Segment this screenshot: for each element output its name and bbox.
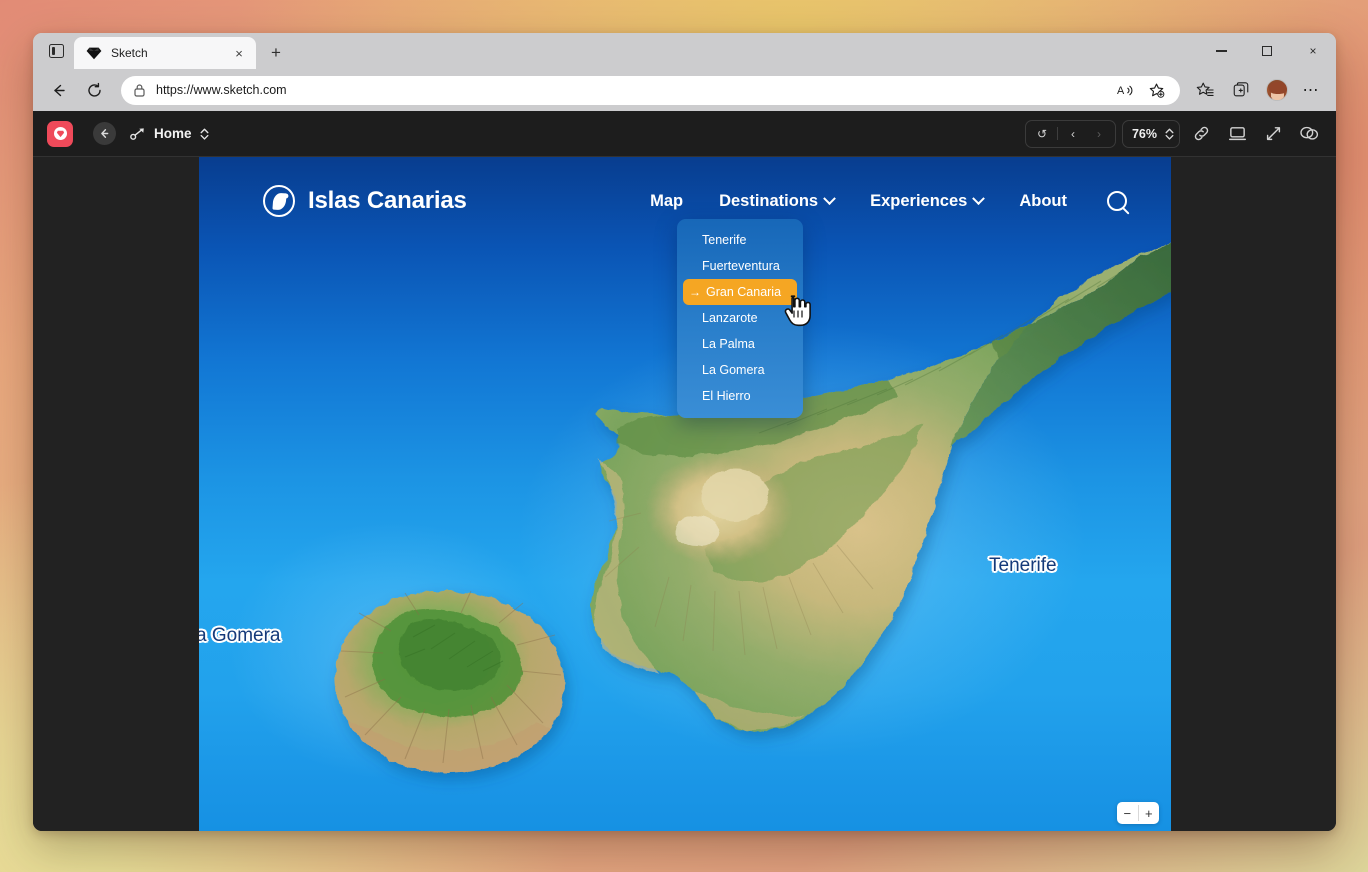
comments-button[interactable] [1294,120,1324,148]
zoom-level-value: 76% [1131,126,1157,141]
arrow-left-icon [101,129,109,138]
window-close-button[interactable]: × [1290,33,1336,69]
sketch-logo-icon[interactable] [47,120,73,147]
window-maximize-button[interactable] [1244,33,1290,69]
fullscreen-icon [1266,127,1280,141]
nav-links: Map Destinations Experiences About [650,191,1127,211]
document-selector[interactable]: Home [130,126,210,141]
dropdown-item-label: Lanzarote [702,311,758,325]
link-icon [1194,126,1208,141]
profile-button[interactable] [1260,75,1294,105]
dropdown-item-label: Fuerteventura [702,259,780,273]
read-aloud-icon[interactable]: A [1112,77,1140,103]
dropdown-item-label: La Palma [702,337,755,351]
url-bar[interactable]: https://www.sketch.com A [121,75,1180,105]
present-button[interactable] [1222,120,1252,148]
dropdown-item-label: Tenerife [702,233,747,247]
map-label-la-gomera: a Gomera [199,625,281,646]
lock-icon [134,83,145,97]
dropdown-item-label: La Gomera [702,363,765,377]
reload-button[interactable] [77,75,111,105]
chevron-down-icon [823,191,836,205]
sketch-app: Home ↺ ‹ › 76% Tenerife a Gomera Islas C… [33,111,1336,831]
collections-button[interactable] [1224,75,1258,105]
dropdown-item-label: El Hierro [702,389,751,403]
sketch-diamond-icon [86,47,102,60]
tab-close-icon[interactable]: × [230,44,248,62]
sketch-toolbar: Home ↺ ‹ › 76% [33,111,1336,157]
new-tab-button[interactable]: + [262,39,290,67]
dropdown-item-el-hierro[interactable]: El Hierro [683,383,797,409]
map-label-tenerife: Tenerife [989,555,1057,576]
island-la-gomera [335,590,565,773]
share-link-button[interactable] [1186,120,1216,148]
search-icon[interactable] [1107,191,1127,211]
window-minimize-button[interactable] [1198,33,1244,69]
leaf-bird-logo-icon [263,185,295,217]
brand-logo[interactable]: Islas Canarias [263,185,467,217]
chevron-updown-icon[interactable] [199,127,210,141]
toolbar-divider [1056,127,1058,140]
window-controls: × [1198,33,1336,69]
back-button[interactable] [41,75,75,105]
dropdown-item-tenerife[interactable]: Tenerife [683,227,797,253]
url-text: https://www.sketch.com [156,83,287,97]
nav-item-label: About [1019,191,1067,210]
tab-search-icon[interactable] [38,34,74,68]
dropdown-item-lanzarote[interactable]: Lanzarote [683,305,797,331]
history-group: ↺ ‹ › [1024,119,1116,148]
nav-item-experiences[interactable]: Experiences [870,191,986,211]
add-favorite-icon[interactable] [1142,77,1170,103]
sketch-toolbar-right: ↺ ‹ › 76% [1024,119,1324,148]
map-zoom-in-button[interactable]: + [1139,802,1160,824]
tab-strip: Sketch × + × [33,33,1336,69]
map-zoom-out-button[interactable]: − [1117,802,1138,824]
nav-item-label: Destinations [719,191,819,210]
favorites-star-icon [1196,82,1214,96]
dropdown-item-la-palma[interactable]: La Palma [683,331,797,357]
reload-icon [87,82,101,97]
avatar [1266,79,1288,101]
nav-item-label: Map [650,191,684,210]
arrow-right-icon: → [689,285,701,299]
dropdown-item-la-gomera[interactable]: La Gomera [683,357,797,383]
dropdown-item-fuerteventura[interactable]: Fuerteventura [683,253,797,279]
prototype-icon [130,127,144,140]
chevron-down-icon [972,191,986,205]
artboard-home[interactable]: Tenerife a Gomera Islas Canarias Map Des… [199,157,1171,831]
prev-artboard-button[interactable]: ‹ [1060,122,1086,146]
dropdown-item-label: Gran Canaria [706,285,782,299]
tab-title: Sketch [111,46,148,60]
svg-text:A: A [1117,85,1125,97]
map-zoom-controls: − + [1117,802,1159,824]
comments-icon [1300,126,1319,140]
canvas-area[interactable]: Tenerife a Gomera Islas Canarias Map Des… [33,157,1336,831]
brand-name: Islas Canarias [308,187,467,214]
nav-item-destinations[interactable]: Destinations [719,191,836,211]
nav-item-label: Experiences [870,191,968,210]
next-artboard-button[interactable]: › [1086,122,1112,146]
destinations-dropdown: Tenerife Fuerteventura → Gran Canaria La… [677,219,811,418]
sketch-back-button[interactable] [93,122,116,145]
collections-icon [1233,82,1249,97]
undo-button[interactable]: ↺ [1029,122,1055,146]
fullscreen-button[interactable] [1258,120,1288,148]
dropdown-item-gran-canaria[interactable]: → Gran Canaria [683,279,797,305]
nav-item-map[interactable]: Map [650,192,683,211]
browser-settings-more-button[interactable]: ⋯ [1296,75,1326,105]
zoom-group: 76% [1121,119,1180,148]
present-icon [1228,127,1246,141]
favorites-button[interactable] [1188,75,1222,105]
document-name: Home [154,126,192,141]
url-bar-actions: A [1112,77,1170,103]
address-bar: https://www.sketch.com A ⋯ [33,69,1336,111]
nav-item-about[interactable]: About [1019,192,1067,211]
browser-tab[interactable]: Sketch × [74,37,256,69]
browser-window: Sketch × + × https://www.sketch.com A ⋯ … [33,33,1336,831]
chevron-updown-icon[interactable] [1164,127,1175,141]
arrow-left-icon [53,84,65,96]
